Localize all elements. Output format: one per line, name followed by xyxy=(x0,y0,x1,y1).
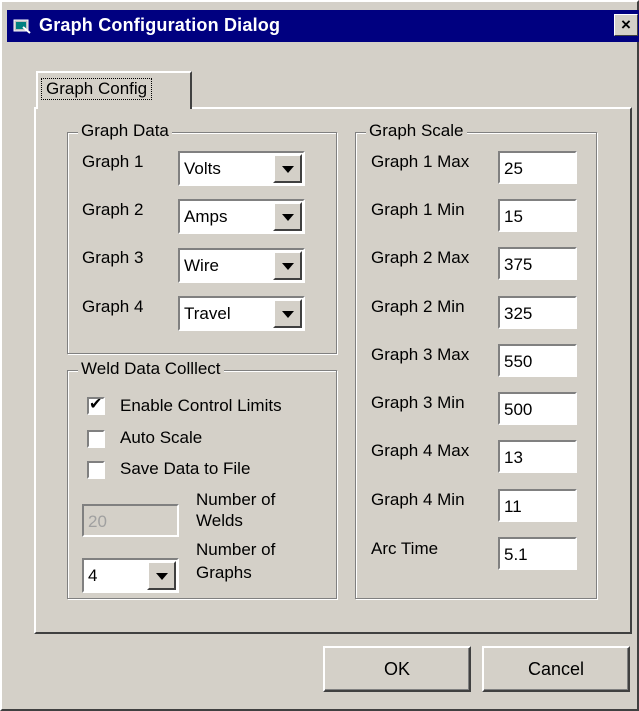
dialog-window: Graph Configuration Dialog × Graph Confi… xyxy=(0,0,639,711)
graph-1-min-label: Graph 1 Min xyxy=(371,200,465,219)
save-data-label[interactable]: Save Data to File xyxy=(120,459,250,479)
graph-1-min-input[interactable]: 15 xyxy=(498,199,577,232)
input-value: 25 xyxy=(504,159,523,178)
graph-4-select[interactable]: Travel xyxy=(178,296,305,331)
window-title: Graph Configuration Dialog xyxy=(39,15,281,35)
input-value: 500 xyxy=(504,400,533,419)
app-icon xyxy=(13,19,31,34)
tab-graph-config[interactable]: Graph Config xyxy=(36,71,192,109)
select-value: Travel xyxy=(184,304,231,323)
chevron-down-icon xyxy=(282,311,294,318)
enable-control-limits-checkbox[interactable]: ✔ xyxy=(87,396,105,415)
input-value: 325 xyxy=(504,304,533,323)
arc-time-input[interactable]: 5.1 xyxy=(498,537,577,570)
graph-1-label: Graph 1 xyxy=(82,152,144,171)
arc-time-label: Arc Time xyxy=(371,539,439,558)
auto-scale-label[interactable]: Auto Scale xyxy=(120,428,202,448)
graph-2-min-label: Graph 2 Min xyxy=(371,297,465,316)
number-of-graphs-label-line1: Number of xyxy=(196,540,276,559)
graph-3-min-label: Graph 3 Min xyxy=(371,393,465,412)
chevron-down-icon xyxy=(282,166,294,173)
graph-1-select[interactable]: Volts xyxy=(178,151,305,186)
input-value: 550 xyxy=(504,352,533,371)
graph-2-max-label: Graph 2 Max xyxy=(371,248,470,267)
graph-4-label: Graph 4 xyxy=(82,297,144,316)
input-value: 15 xyxy=(504,207,523,226)
enable-control-limits-label[interactable]: Enable Control Limits xyxy=(120,396,282,416)
graph-3-min-input[interactable]: 500 xyxy=(498,392,577,425)
number-of-graphs-label-line2: Graphs xyxy=(196,563,252,582)
select-value: Amps xyxy=(184,207,228,226)
graph-2-label: Graph 2 xyxy=(82,200,144,219)
dropdown-button[interactable] xyxy=(147,561,176,590)
graph-2-max-input[interactable]: 375 xyxy=(498,247,577,280)
dropdown-button[interactable] xyxy=(273,299,302,328)
close-button[interactable]: × xyxy=(614,14,638,36)
graph-2-select[interactable]: Amps xyxy=(178,199,305,234)
chevron-down-icon xyxy=(282,263,294,270)
graph-3-max-label: Graph 3 Max xyxy=(371,345,470,364)
input-value: 11 xyxy=(504,497,522,516)
graph-3-label: Graph 3 xyxy=(82,248,144,267)
cancel-button[interactable]: Cancel xyxy=(482,646,630,692)
chevron-down-icon xyxy=(282,214,294,221)
select-value: Wire xyxy=(184,256,219,275)
graph-1-max-input[interactable]: 25 xyxy=(498,151,577,184)
input-value: 375 xyxy=(504,255,533,274)
graph-4-max-input[interactable]: 13 xyxy=(498,440,577,473)
number-of-welds-label-line2: Welds xyxy=(196,511,243,530)
graph-4-min-input[interactable]: 11 xyxy=(498,489,577,522)
input-value: 5.1 xyxy=(504,545,528,564)
dropdown-button[interactable] xyxy=(273,202,302,231)
graph-3-select[interactable]: Wire xyxy=(178,248,305,283)
graph-4-max-label: Graph 4 Max xyxy=(371,441,470,460)
dropdown-button[interactable] xyxy=(273,154,302,183)
dropdown-button[interactable] xyxy=(273,251,302,280)
graph-3-max-input[interactable]: 550 xyxy=(498,344,577,377)
tab-label: Graph Config xyxy=(40,78,153,100)
field-value: 20 xyxy=(88,512,107,531)
input-value: 13 xyxy=(504,448,523,467)
graph-2-min-input[interactable]: 325 xyxy=(498,296,577,329)
group-title: Weld Data Colllect xyxy=(78,359,224,379)
select-value: 4 xyxy=(88,566,98,585)
close-icon: × xyxy=(621,15,631,34)
save-data-checkbox[interactable] xyxy=(87,461,105,479)
number-of-welds-label-line1: Number of xyxy=(196,490,276,509)
checkmark-icon: ✔ xyxy=(89,396,103,413)
title-bar[interactable]: Graph Configuration Dialog × xyxy=(7,10,639,42)
number-of-graphs-select[interactable]: 4 xyxy=(82,558,179,593)
chevron-down-icon xyxy=(156,573,168,580)
auto-scale-checkbox[interactable] xyxy=(87,430,105,448)
graph-4-min-label: Graph 4 Min xyxy=(371,490,465,509)
group-title: Graph Scale xyxy=(366,121,467,141)
group-title: Graph Data xyxy=(78,121,172,141)
ok-button[interactable]: OK xyxy=(323,646,471,692)
graph-1-max-label: Graph 1 Max xyxy=(371,152,470,171)
number-of-welds-field: 20 xyxy=(82,504,179,537)
select-value: Volts xyxy=(184,159,221,178)
